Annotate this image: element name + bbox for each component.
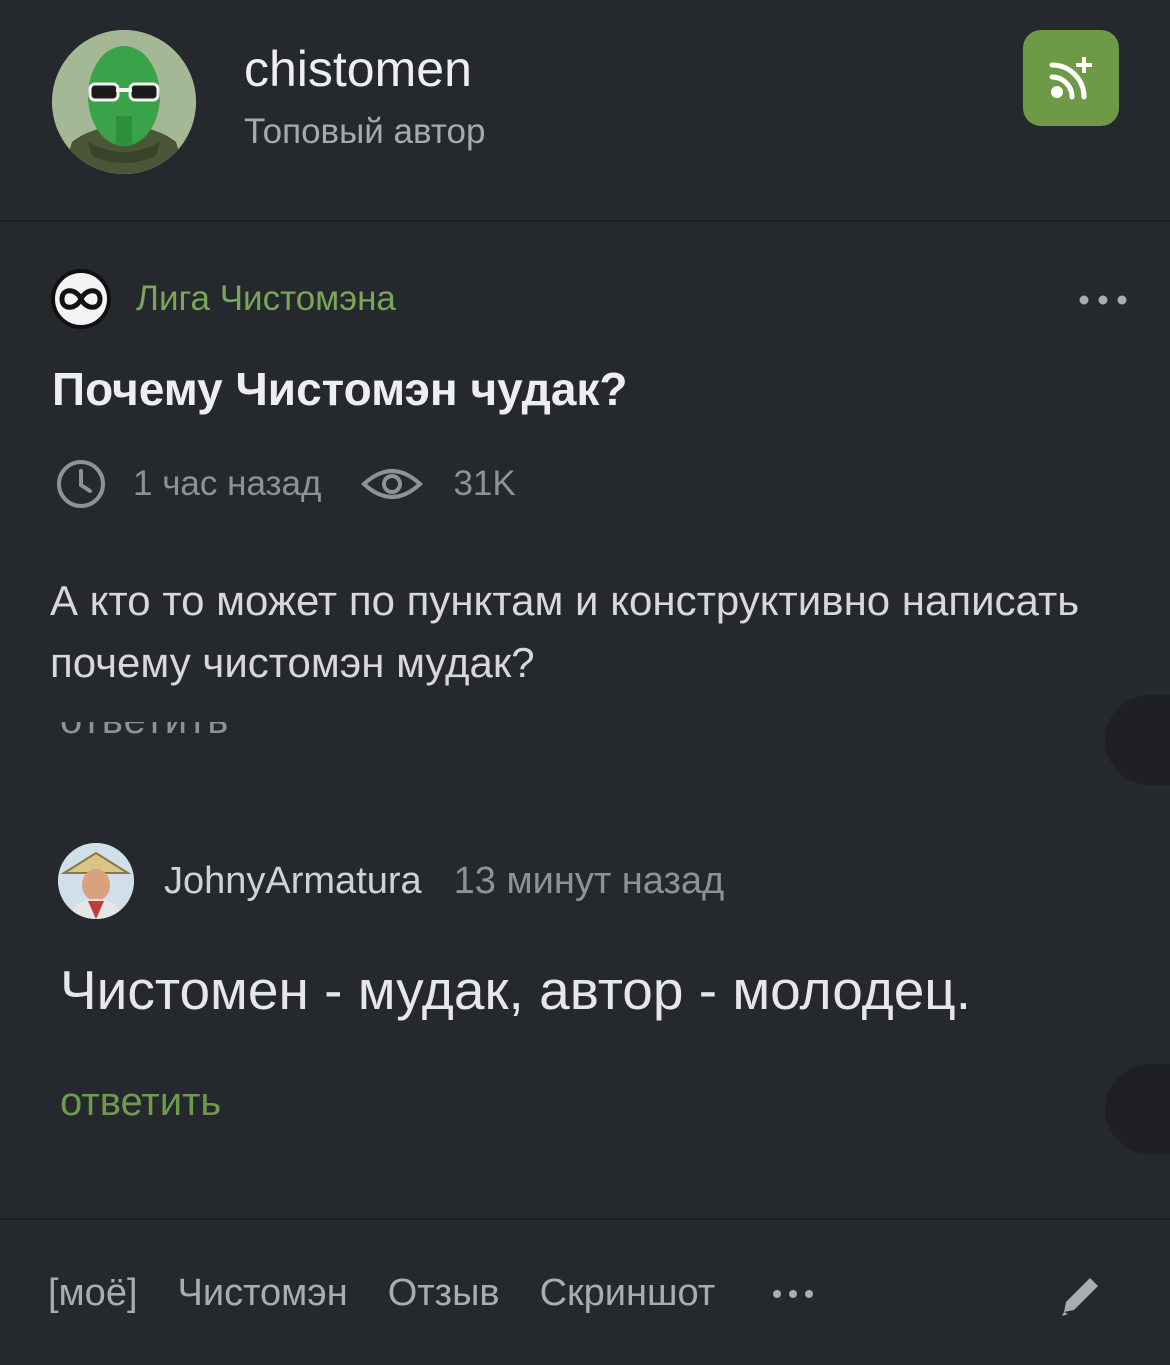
tag-bar: [моё] Чистомэн Отзыв Скриншот: [0, 1218, 1170, 1365]
author-avatar[interactable]: [52, 30, 196, 174]
collapse-thread-button[interactable]: [1105, 695, 1170, 785]
reply-link[interactable]: ответить: [60, 1080, 221, 1125]
post-title[interactable]: Почему Чистомэн чудак?: [52, 362, 628, 416]
more-options-icon[interactable]: [1078, 290, 1128, 310]
rss-plus-icon: [1049, 57, 1092, 100]
infinity-icon: [51, 269, 111, 329]
post-time: 1 час назад: [133, 464, 322, 503]
eye-icon: [361, 469, 424, 499]
comment-avatar[interactable]: [58, 843, 134, 919]
author-name[interactable]: chistomen: [244, 40, 472, 98]
author-rank: Топовый автор: [244, 112, 486, 151]
tag-item[interactable]: Отзыв: [388, 1272, 500, 1315]
comment-time: 13 минут назад: [453, 859, 725, 902]
comment-header: JohnyArmatura 13 минут назад: [58, 842, 724, 920]
comment-text: Чистомен - мудак, автор - молодец.: [60, 959, 972, 1021]
tag-item[interactable]: [моё]: [48, 1272, 138, 1315]
edit-pencil-icon[interactable]: [1056, 1272, 1104, 1320]
clock-icon: [57, 460, 105, 508]
post-body: А кто то может по пунктам и конструктивн…: [50, 577, 1080, 686]
tag-list: [моё] Чистомэн Отзыв Скриншот: [48, 1272, 815, 1315]
post-meta: 1 час назад 31K: [55, 455, 516, 513]
community-link[interactable]: Лига Чистомэна: [50, 268, 396, 330]
comment-author[interactable]: JohnyArmatura: [164, 860, 422, 903]
author-header: chistomen Топовый автор: [0, 0, 1170, 222]
collapse-comment-button[interactable]: [1105, 1064, 1170, 1154]
view-count: 31K: [453, 464, 516, 503]
previous-reply-link[interactable]: ответить: [60, 722, 229, 752]
tag-item[interactable]: Скриншот: [540, 1272, 716, 1315]
subscribe-button[interactable]: [1023, 30, 1119, 126]
more-tags-icon[interactable]: [771, 1286, 815, 1302]
tag-item[interactable]: Чистомэн: [178, 1272, 348, 1315]
community-name[interactable]: Лига Чистомэна: [136, 279, 396, 319]
